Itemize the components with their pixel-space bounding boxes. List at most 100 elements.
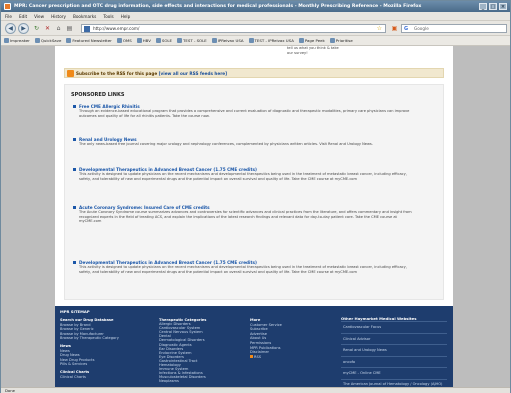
site-favicon <box>84 26 90 32</box>
bookmark-item[interactable]: TEST - SOLE <box>177 36 207 45</box>
status-text: Done <box>5 388 15 393</box>
rss-subscribe-bar: Subscribe to the RSS for this page [view… <box>64 68 444 78</box>
sitemap-label: MPR SITEMAP <box>60 309 90 314</box>
bookmark-icon <box>66 38 72 43</box>
bullet-icon <box>73 168 76 171</box>
bullet-icon <box>73 105 76 108</box>
sponsored-item-body: The only news-based free journal coverin… <box>79 142 373 146</box>
navigation-toolbar: ◀ ▶ ↻ ✕ ⌂ ▤ http://www.empr.com/ ☆ ▣ G G… <box>1 21 510 36</box>
bookmark-item[interactable]: TEST - IPReivax USA <box>248 36 294 45</box>
title-bar: MPR: Cancer prescription and OTC drug in… <box>1 1 510 12</box>
bookmark-item[interactable]: QuickSave <box>34 36 61 45</box>
sponsored-item-body: Through an evidence-based educational pr… <box>79 109 410 118</box>
bookmark-icon <box>34 38 40 43</box>
menu-help[interactable]: Help <box>121 12 131 20</box>
footer-heading[interactable]: Search our Drug Database <box>60 318 119 323</box>
bookmark-item[interactable]: OMS <box>116 36 132 45</box>
status-bar: Done <box>1 387 510 393</box>
bookmark-icon <box>298 38 304 43</box>
minimize-button[interactable]: _ <box>479 3 487 10</box>
sponsored-item-body: This activity is designed to update phys… <box>79 265 407 274</box>
rss-subscribe-text[interactable]: Subscribe to the RSS for this page <box>76 71 157 76</box>
bullet-icon <box>73 206 76 209</box>
bookmark-icon <box>4 38 9 43</box>
home-icon[interactable]: ⌂ <box>54 24 63 33</box>
footer-link[interactable]: Browse by Therapeutic Category <box>60 336 119 341</box>
menu-bar: File Edit View History Bookmarks Tools H… <box>1 12 510 21</box>
footer-link[interactable]: The American Journal of Hematology / Onc… <box>341 378 447 388</box>
forward-icon[interactable]: ▶ <box>18 23 29 34</box>
bullet-icon <box>73 138 76 141</box>
sponsored-links-box: SPONSORED LINKS Free CME Allergic Rhinit… <box>64 84 444 300</box>
footer-link[interactable]: Cardiovascular Focus <box>341 321 447 333</box>
google-icon: G <box>404 26 409 32</box>
footer-link[interactable]: RSS <box>250 354 282 360</box>
sponsored-item: Renal and Urology News The only news-bas… <box>73 137 415 147</box>
menu-tools[interactable]: Tools <box>103 12 113 20</box>
menu-history[interactable]: History <box>51 12 66 20</box>
menu-edit[interactable]: Edit <box>19 12 27 20</box>
bookmark-item[interactable]: IPReivax USA <box>211 36 244 45</box>
bookmark-icon <box>177 38 183 43</box>
sponsored-item: Free CME Allergic Rhinitis Through an ev… <box>73 104 415 118</box>
firefox-icon <box>4 3 11 10</box>
footer-link[interactable]: Clinical Advisor <box>341 332 447 345</box>
bookmark-icon <box>155 38 161 43</box>
sponsored-item-body: The Acute Coronary Syndrome course summa… <box>79 210 412 223</box>
browser-window: MPR: Cancer prescription and OTC drug in… <box>0 0 511 393</box>
bookmark-icon <box>136 38 142 43</box>
footer-link[interactable]: Pills & Services <box>60 362 119 367</box>
bookmark-icon <box>248 38 254 43</box>
footer-link[interactable]: Clinical Charts <box>60 375 119 380</box>
menu-view[interactable]: View <box>34 12 44 20</box>
footer-column-categories: Therapeutic Categories Allergic Disorder… <box>159 318 206 384</box>
footer-link[interactable]: Neoplasms <box>159 379 206 383</box>
sponsored-heading: SPONSORED LINKS <box>71 92 125 98</box>
bookmark-item[interactable]: Impreaker <box>4 36 30 45</box>
sponsored-item-body: This activity is designed to update phys… <box>79 172 407 181</box>
bookmark-item[interactable]: SOLE <box>155 36 172 45</box>
page-body: tell us what you think & take our survey… <box>55 46 453 387</box>
sponsored-item: Developmental Therapeutics in Advanced B… <box>73 260 415 274</box>
bookmark-icon <box>211 38 217 43</box>
rss-icon <box>250 354 253 358</box>
footer-link[interactable]: Renal and Urology News <box>341 344 447 356</box>
window-controls: _ □ × <box>479 3 507 10</box>
sponsored-item: Developmental Therapeutics in Advanced B… <box>73 167 415 181</box>
history-icon[interactable]: ▤ <box>65 24 74 33</box>
footer-link[interactable]: oncofo <box>341 355 447 368</box>
bookmarks-toolbar: Impreaker QuickSave Featured Newsletter … <box>1 36 510 46</box>
rss-icon[interactable] <box>67 70 74 77</box>
bookmark-icon <box>329 38 335 43</box>
site-footer: MPR SITEMAP Search our Drug Database Bro… <box>55 306 453 387</box>
haymarket-sites-box: Other Haymarket Medical Websites Cardiov… <box>341 316 447 387</box>
bookmark-star-icon[interactable]: ☆ <box>377 25 382 33</box>
reload-icon[interactable]: ↻ <box>32 24 41 33</box>
footer-column-drugs: Search our Drug Database Browse by Brand… <box>60 318 119 379</box>
address-url: http://www.empr.com/ <box>93 26 140 31</box>
rss-view-all-link[interactable]: [view all our RSS feeds here] <box>159 71 227 76</box>
maximize-button[interactable]: □ <box>489 3 497 10</box>
search-placeholder: Google <box>414 26 429 31</box>
page-viewport: tell us what you think & take our survey… <box>1 46 510 387</box>
bullet-icon <box>73 261 76 264</box>
feed-icon[interactable]: ▣ <box>390 24 399 33</box>
bookmark-item[interactable]: Featured Newsletter <box>66 36 112 45</box>
bookmark-item[interactable]: Prioritise <box>329 36 353 45</box>
survey-popup[interactable]: tell us what you think & take our survey… <box>287 46 339 56</box>
footer-link[interactable]: myCME - Online CME <box>341 367 447 379</box>
menu-bookmarks[interactable]: Bookmarks <box>73 12 96 20</box>
menu-file[interactable]: File <box>5 12 12 20</box>
bookmark-icon <box>116 38 122 43</box>
sponsored-item: Acute Coronary Syndrome: Insured Care of… <box>73 205 415 224</box>
address-bar[interactable]: http://www.empr.com/ ☆ <box>81 24 386 33</box>
footer-column-more: More Customer Service Subscribe Advertis… <box>250 318 282 359</box>
back-icon[interactable]: ◀ <box>5 23 16 34</box>
stop-icon[interactable]: ✕ <box>43 24 52 33</box>
window-title: MPR: Cancer prescription and OTC drug in… <box>14 4 422 9</box>
footer-link[interactable]: Dermatological Disorders <box>159 338 206 342</box>
search-box[interactable]: G Google <box>401 24 507 33</box>
close-button[interactable]: × <box>499 3 507 10</box>
bookmark-item[interactable]: HBV <box>136 36 151 45</box>
bookmark-item[interactable]: Page Peek <box>298 36 325 45</box>
